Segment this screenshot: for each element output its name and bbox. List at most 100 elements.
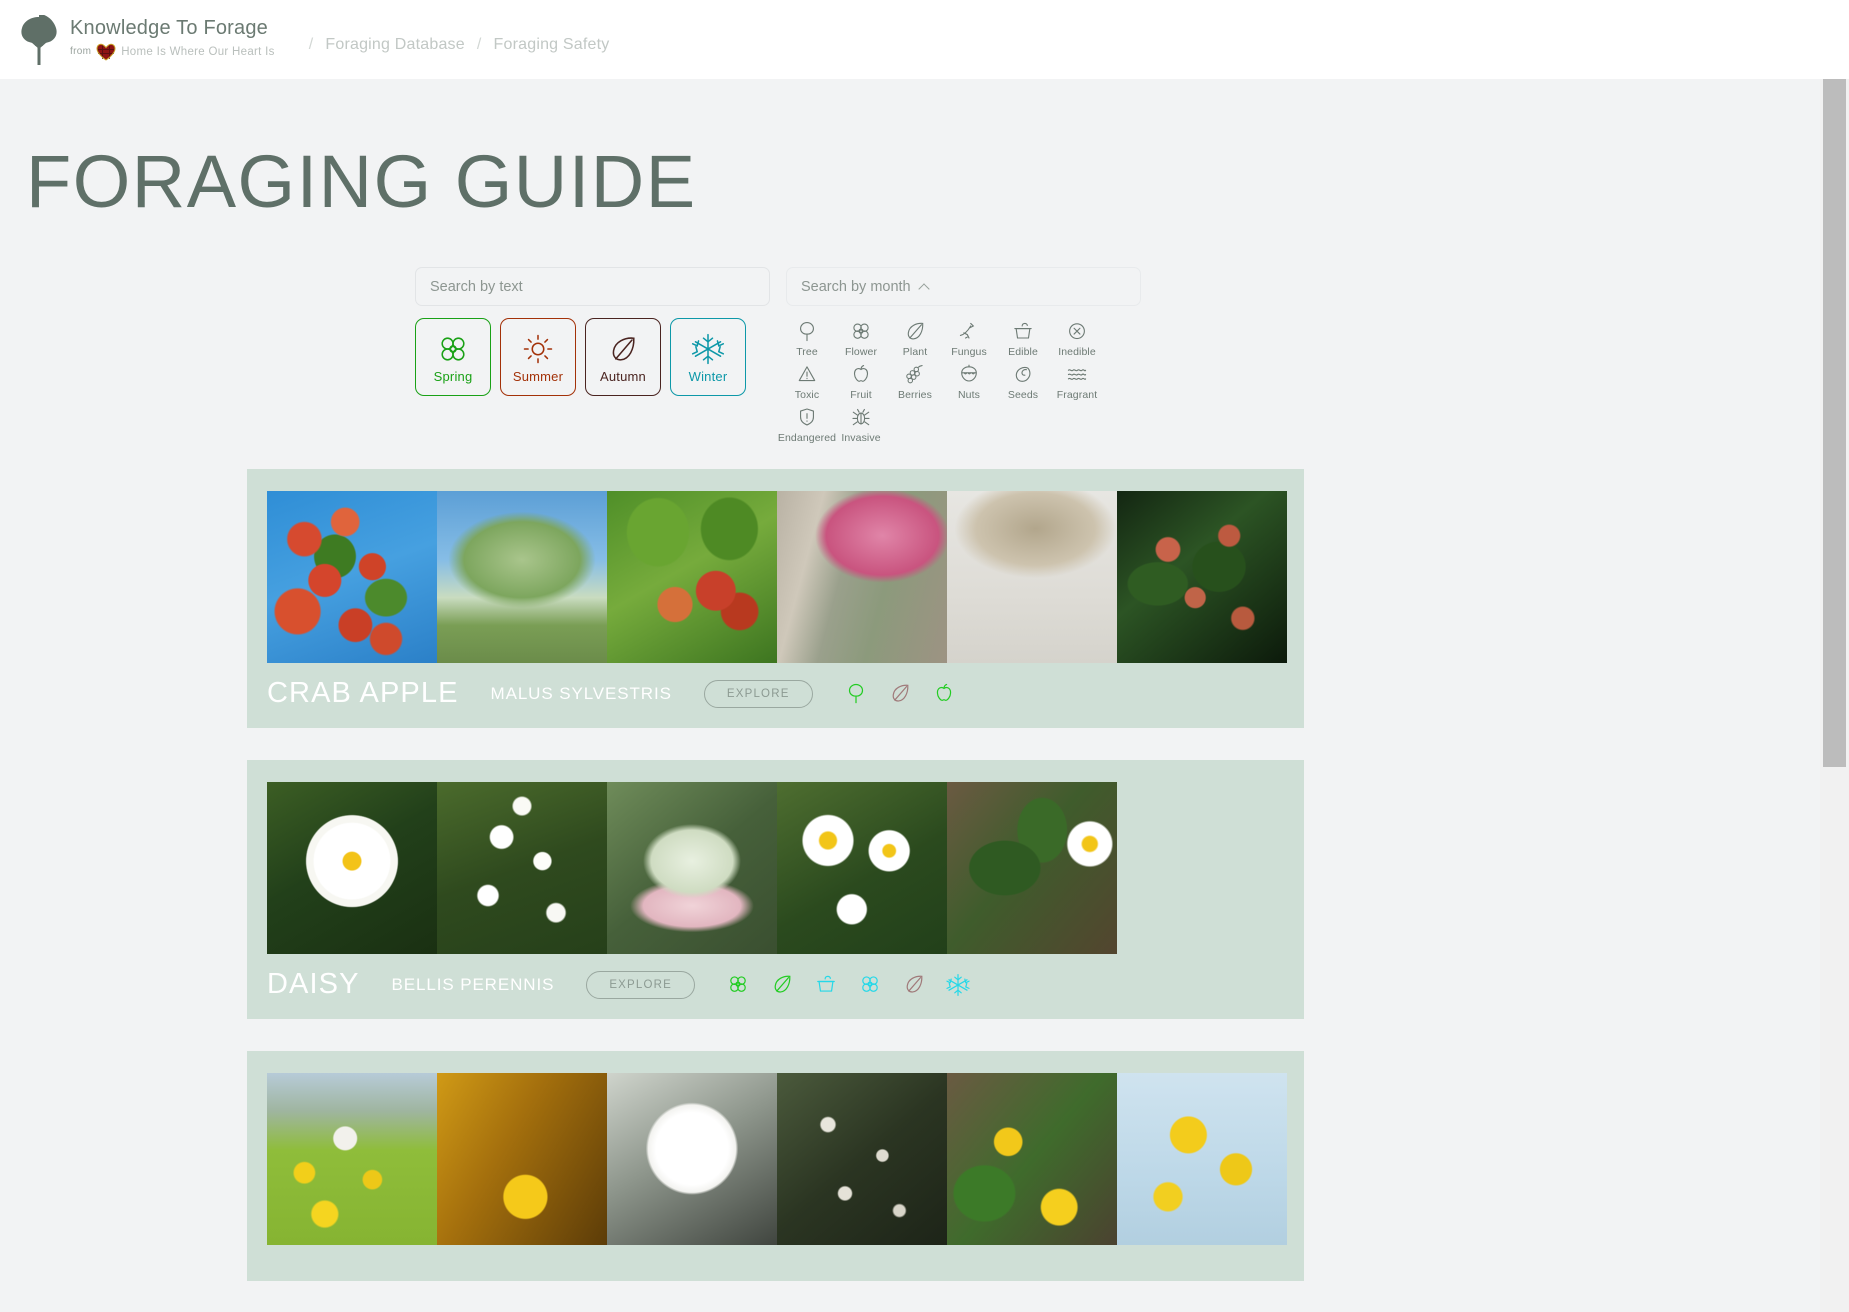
- season-label-autumn: Autumn: [599, 368, 646, 384]
- explore-button[interactable]: EXPLORE: [703, 679, 813, 708]
- leaf-icon[interactable]: [887, 681, 913, 707]
- species-image[interactable]: [777, 491, 947, 663]
- species-image[interactable]: [437, 491, 607, 663]
- tree-icon[interactable]: [843, 681, 869, 707]
- flower-icon[interactable]: [725, 972, 751, 998]
- sun-icon: [523, 334, 553, 363]
- tag-label-invasive: Invasive: [841, 432, 881, 444]
- tag-label-nuts: Nuts: [958, 389, 980, 401]
- chips-row: Spring Summer Autumn Winter Tree Flower …: [415, 318, 1849, 447]
- tag-label-flower: Flower: [844, 346, 878, 358]
- species-image[interactable]: [1117, 491, 1287, 663]
- month-select-label: Search by month: [801, 278, 911, 295]
- breadcrumb-separator-2: /: [476, 35, 482, 53]
- tag-filter-seeds[interactable]: Seeds: [996, 363, 1050, 404]
- species-latin-name: MALUS SYLVESTRIS: [490, 683, 672, 703]
- tag-filter-fragrant[interactable]: Fragrant: [1050, 363, 1104, 404]
- leaf-icon[interactable]: [901, 972, 927, 998]
- shield-alert-icon: [800, 408, 814, 426]
- season-label-spring: Spring: [433, 368, 473, 384]
- pot-icon[interactable]: [813, 972, 839, 998]
- season-filter-autumn[interactable]: Autumn: [585, 318, 661, 396]
- filter-panel: Search by month Spring: [0, 267, 1849, 447]
- species-common-name: CRAB APPLE: [267, 677, 459, 709]
- tag-label-inedible: Inedible: [1058, 346, 1096, 358]
- search-input[interactable]: [415, 267, 770, 306]
- bug-icon: [852, 408, 870, 426]
- species-image[interactable]: [777, 1073, 947, 1245]
- brand-title: Knowledge To Forage: [70, 16, 269, 39]
- species-card-daisy[interactable]: DAISY BELLIS PERENNIS EXPLORE: [247, 760, 1304, 1019]
- species-image[interactable]: [947, 782, 1117, 954]
- snowflake-icon[interactable]: [945, 972, 971, 998]
- species-image[interactable]: [267, 782, 437, 954]
- tag-filter-fungus[interactable]: Fungus: [942, 320, 996, 361]
- flower-icon[interactable]: [857, 972, 883, 998]
- leaf-icon[interactable]: [769, 972, 795, 998]
- season-filter-winter[interactable]: Winter: [670, 318, 746, 396]
- species-image[interactable]: [267, 491, 437, 663]
- species-image[interactable]: [607, 491, 777, 663]
- leaf-icon: [612, 336, 635, 361]
- tag-filter-berries[interactable]: Berries: [888, 363, 942, 404]
- tag-filter-tree[interactable]: Tree: [780, 320, 834, 361]
- tag-label-berries: Berries: [898, 389, 932, 401]
- species-image[interactable]: [947, 1073, 1117, 1245]
- apple-icon[interactable]: [931, 681, 957, 707]
- season-filter-spring[interactable]: Spring: [415, 318, 491, 396]
- tag-label-plant: Plant: [902, 346, 928, 358]
- breadcrumb-foraging-safety[interactable]: Foraging Safety: [494, 36, 610, 54]
- page-title: FORAGING GUIDE: [26, 140, 697, 223]
- species-image[interactable]: [607, 1073, 777, 1245]
- results-list: CRAB APPLE MALUS SYLVESTRIS EXPLORE DAIS…: [0, 469, 1849, 1281]
- brand-from-label: from: [70, 46, 92, 57]
- brand-subtitle: from Home Is Where Our Heart Is: [70, 43, 275, 61]
- tag-label-fungus: Fungus: [951, 346, 987, 358]
- tag-filter-endangered[interactable]: Endangered: [778, 406, 836, 447]
- tree-icon: [21, 14, 57, 65]
- seed-icon: [1015, 366, 1031, 382]
- tag-filter-inedible[interactable]: Inedible: [1050, 320, 1104, 361]
- brand-subtitle-text: Home Is Where Our Heart Is: [121, 45, 275, 58]
- species-image[interactable]: [777, 782, 947, 954]
- explore-button[interactable]: EXPLORE: [586, 970, 696, 999]
- page-scrollbar[interactable]: [1820, 0, 1849, 1312]
- tag-filter-plant[interactable]: Plant: [888, 320, 942, 361]
- tartan-heart-icon: [96, 43, 116, 61]
- tag-filter-nuts[interactable]: Nuts: [942, 363, 996, 404]
- species-image[interactable]: [607, 782, 777, 954]
- tag-filter-toxic[interactable]: Toxic: [780, 363, 834, 404]
- flower-icon: [441, 336, 465, 361]
- species-common-name: DAISY: [267, 968, 360, 1000]
- species-image[interactable]: [437, 1073, 607, 1245]
- leaf-icon: [907, 322, 924, 340]
- species-card-dandelion[interactable]: [247, 1051, 1304, 1281]
- species-tag-icons: [725, 972, 971, 998]
- top-bar: Knowledge To Forage from Home Is Where O…: [0, 0, 1849, 79]
- species-image[interactable]: [437, 782, 607, 954]
- breadcrumb: / Foraging Database / Foraging Safety: [309, 26, 610, 54]
- scrollbar-thumb[interactable]: [1823, 32, 1846, 767]
- tag-filter-invasive[interactable]: Invasive: [834, 406, 888, 447]
- breadcrumb-foraging-database[interactable]: Foraging Database: [325, 36, 465, 54]
- species-image[interactable]: [947, 491, 1117, 663]
- tag-label-fragrant: Fragrant: [1056, 389, 1098, 401]
- tag-label-seeds: Seeds: [1007, 389, 1039, 401]
- circle-x-icon: [1069, 323, 1085, 340]
- species-image[interactable]: [267, 1073, 437, 1245]
- tag-label-edible: Edible: [1008, 346, 1038, 358]
- tag-filter-flower[interactable]: Flower: [834, 320, 888, 361]
- species-image[interactable]: [1117, 1073, 1287, 1245]
- card-meta: [247, 1245, 1304, 1281]
- tag-filter-edible[interactable]: Edible: [996, 320, 1050, 361]
- page-body: FORAGING GUIDE Search by month: [0, 79, 1849, 1312]
- fungus-icon: [959, 322, 975, 339]
- tag-label-tree: Tree: [796, 346, 818, 358]
- season-filter-summer[interactable]: Summer: [500, 318, 576, 396]
- warning-triangle-icon: [798, 366, 816, 382]
- tag-filter-fruit[interactable]: Fruit: [834, 363, 888, 404]
- brand-logo[interactable]: Knowledge To Forage from Home Is Where O…: [18, 13, 275, 67]
- species-card-crab-apple[interactable]: CRAB APPLE MALUS SYLVESTRIS EXPLORE: [247, 469, 1304, 728]
- tree-icon: [800, 322, 814, 342]
- month-select[interactable]: Search by month: [786, 267, 1141, 306]
